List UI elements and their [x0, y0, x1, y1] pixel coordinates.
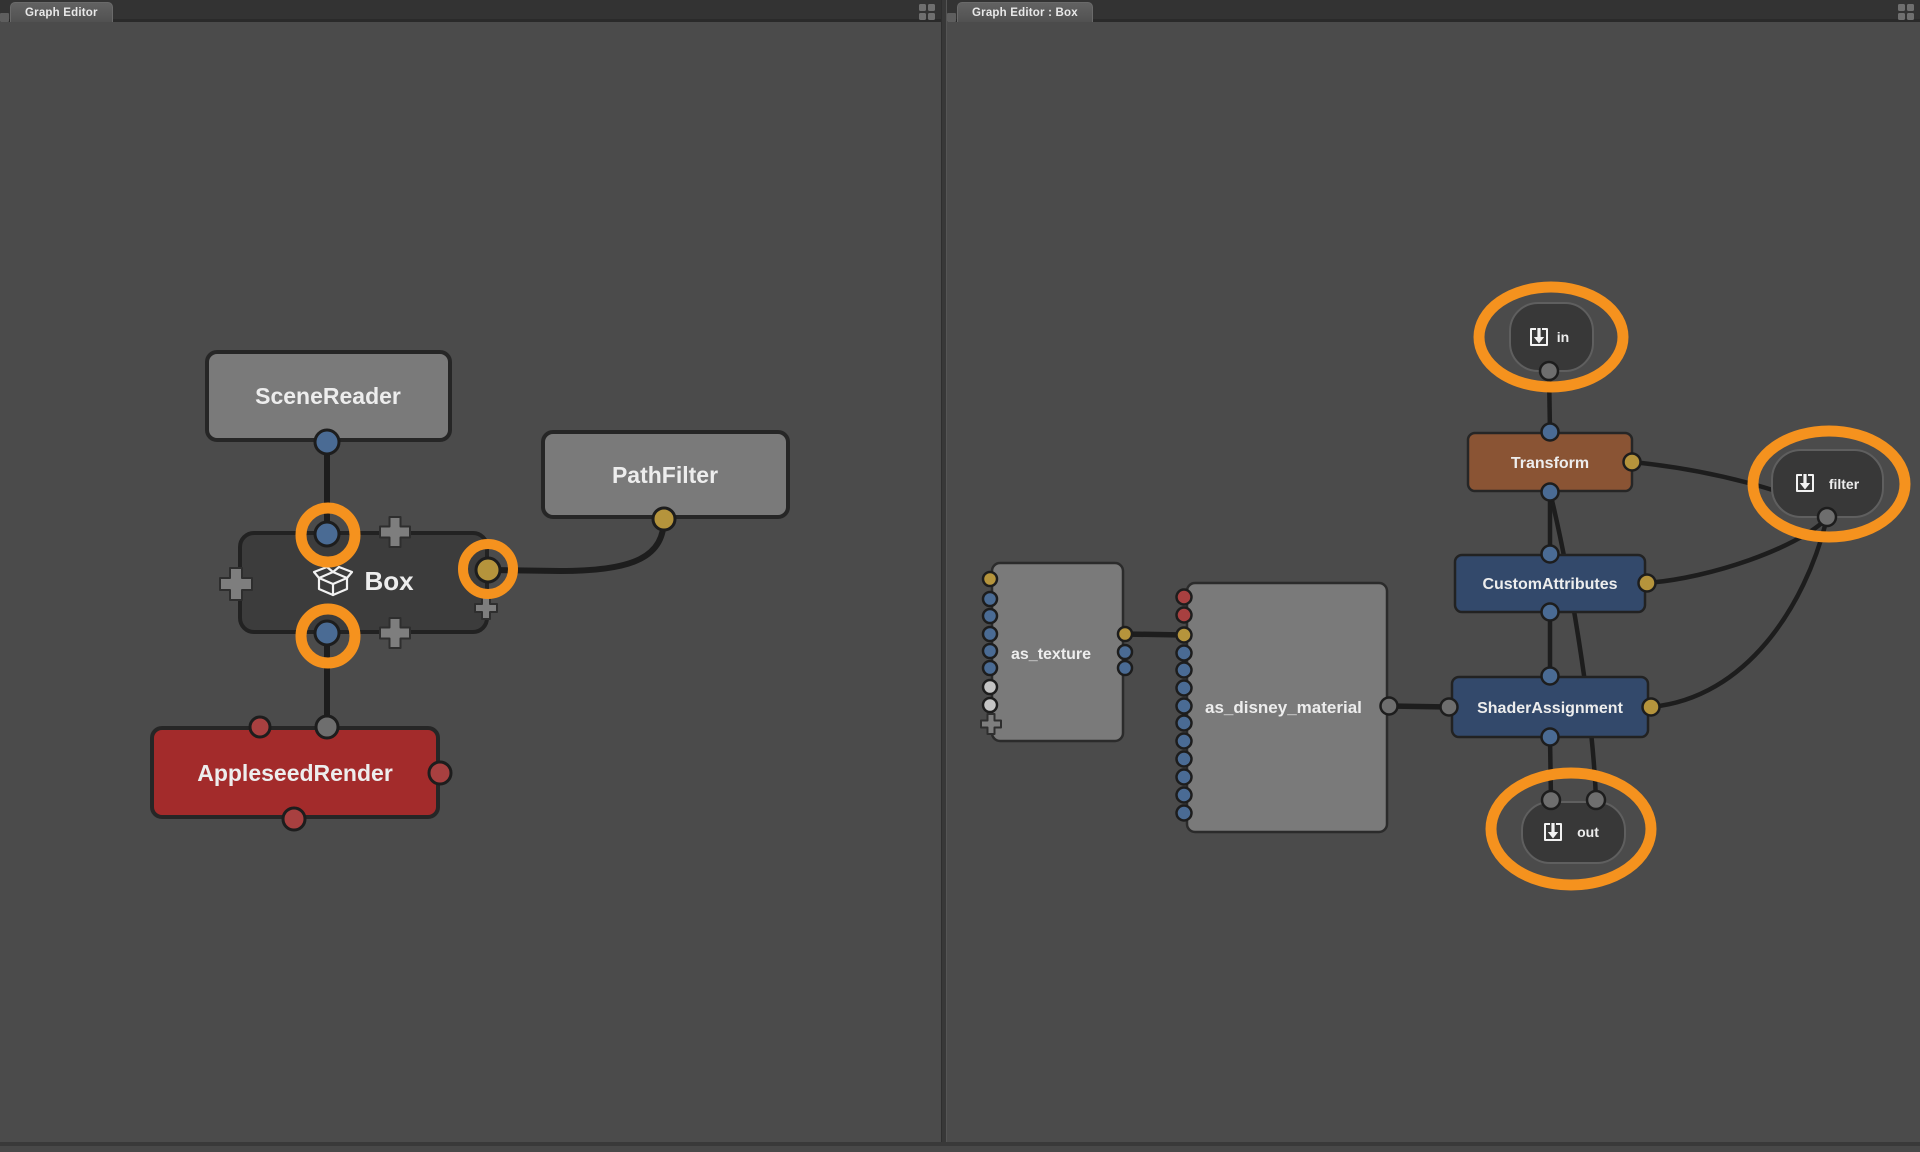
astexture-input-port-2[interactable] [983, 592, 997, 606]
graph-canvas[interactable]: SceneReader PathFilter Box AppleseedRend… [0, 0, 941, 1142]
customattributes-input-port[interactable] [1542, 546, 1559, 563]
asdisneymaterial-input-port-11[interactable] [1177, 770, 1192, 785]
in-output-port[interactable] [1540, 362, 1558, 380]
node-transform-label: Transform [1511, 455, 1589, 472]
shaderassignment-output-port[interactable] [1542, 729, 1559, 746]
asdisneymaterial-input-port-7[interactable] [1177, 699, 1192, 714]
astexture-output-port-3[interactable] [1118, 661, 1132, 675]
astexture-input-port-4[interactable] [983, 627, 997, 641]
astexture-input-port-7[interactable] [983, 680, 997, 694]
appleseedrender-scene-input-port[interactable] [316, 716, 338, 738]
asdisneymaterial-input-port-13[interactable] [1177, 806, 1192, 821]
astexture-input-port-5[interactable] [983, 644, 997, 658]
connection-astexture-to-asdisneymaterial[interactable] [1125, 634, 1184, 635]
graph-canvas-box[interactable]: as_texture as_disney_material [947, 0, 1920, 1142]
left-tabbar: Graph Editor [0, 0, 941, 22]
connection-transform-to-out-passthrough[interactable] [1550, 492, 1596, 801]
layout-grid-icon[interactable] [1898, 4, 1914, 20]
graph-editor-box-panel: as_texture as_disney_material [947, 0, 1920, 1142]
astexture-input-port-3[interactable] [983, 609, 997, 623]
pathfilter-output-port[interactable] [653, 508, 675, 530]
shaderassignment-filter-port[interactable] [1643, 699, 1660, 716]
box-top-input-port[interactable] [315, 522, 339, 546]
shaderassignment-input-port[interactable] [1542, 668, 1559, 685]
splitter-handle[interactable] [0, 13, 9, 22]
asdisneymaterial-input-port-3[interactable] [1177, 628, 1192, 643]
node-appleseedrender-label: AppleseedRender [197, 760, 393, 786]
node-in-label: in [1557, 329, 1569, 345]
scenereader-output-port[interactable] [315, 430, 339, 454]
transform-filter-port[interactable] [1624, 454, 1641, 471]
node-customattributes-label: CustomAttributes [1482, 576, 1617, 593]
node-box-label: Box [364, 566, 414, 596]
asdisneymaterial-input-port-8[interactable] [1177, 716, 1192, 731]
layout-grid-icon[interactable] [919, 4, 935, 20]
asdisneymaterial-input-port-10[interactable] [1177, 752, 1192, 767]
node-scenereader-label: SceneReader [255, 383, 401, 409]
connection-filter-to-shaderassignment[interactable] [1651, 522, 1826, 707]
asdisneymaterial-output-port[interactable] [1381, 698, 1398, 715]
astexture-input-port-6[interactable] [983, 661, 997, 675]
transform-output-port[interactable] [1542, 484, 1559, 501]
asdisneymaterial-input-port-9[interactable] [1177, 734, 1192, 749]
box-filter-input-port[interactable] [476, 558, 500, 582]
tab-graph-editor[interactable]: Graph Editor [10, 2, 113, 22]
asdisneymaterial-input-port-6[interactable] [1177, 681, 1192, 696]
filter-output-port[interactable] [1818, 508, 1836, 526]
shaderassignment-shader-port[interactable] [1441, 699, 1458, 716]
node-pathfilter-label: PathFilter [612, 462, 718, 488]
astexture-input-port-1[interactable] [983, 572, 997, 586]
node-out[interactable] [1522, 802, 1625, 863]
box-bottom-output-port[interactable] [315, 621, 339, 645]
customattributes-filter-port[interactable] [1639, 575, 1656, 592]
node-out-label: out [1577, 824, 1599, 840]
right-tabbar: Graph Editor : Box [947, 0, 1920, 22]
tab-graph-editor-box[interactable]: Graph Editor : Box [957, 2, 1093, 22]
astexture-output-port-2[interactable] [1118, 645, 1132, 659]
node-as-texture-label: as_texture [1011, 646, 1091, 663]
asdisneymaterial-input-port-1[interactable] [1177, 590, 1192, 605]
node-in[interactable] [1510, 303, 1593, 371]
graph-editor-panel: SceneReader PathFilter Box AppleseedRend… [0, 0, 941, 1142]
node-shaderassignment-label: ShaderAssignment [1477, 700, 1623, 717]
appleseedrender-top-left-port[interactable] [250, 717, 270, 737]
splitter-handle[interactable] [947, 13, 956, 22]
out-input-port-1[interactable] [1542, 791, 1560, 809]
window-bottom-edge [0, 1142, 1920, 1152]
astexture-input-port-8[interactable] [983, 698, 997, 712]
customattributes-output-port[interactable] [1542, 604, 1559, 621]
transform-input-port[interactable] [1542, 424, 1559, 441]
node-as-disney-material-label: as_disney_material [1205, 698, 1362, 717]
astexture-output-port-1[interactable] [1118, 627, 1132, 641]
appleseedrender-bottom-port[interactable] [283, 808, 305, 830]
asdisneymaterial-input-port-2[interactable] [1177, 608, 1192, 623]
asdisneymaterial-input-port-12[interactable] [1177, 788, 1192, 803]
appleseedrender-right-port[interactable] [429, 762, 451, 784]
out-input-port-2[interactable] [1587, 791, 1605, 809]
node-filter-label: filter [1829, 476, 1860, 492]
asdisneymaterial-input-port-4[interactable] [1177, 646, 1192, 661]
asdisneymaterial-input-port-5[interactable] [1177, 663, 1192, 678]
